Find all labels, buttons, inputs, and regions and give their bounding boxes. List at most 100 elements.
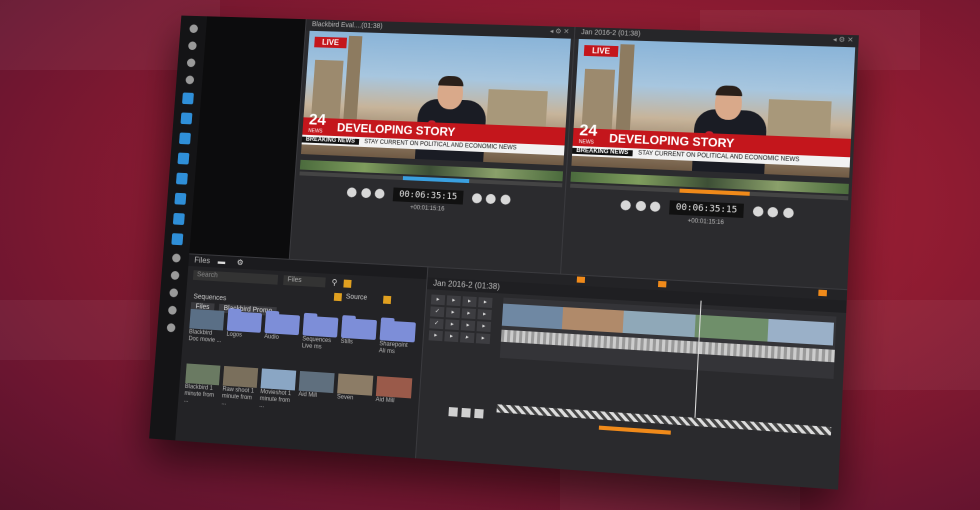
viewer-title: Blackbird Eval....(01:38) [311,21,383,31]
fast-forward-icon[interactable] [782,207,794,219]
marker-icon[interactable] [657,280,667,288]
live-badge: LIVE [314,36,347,49]
list-icon[interactable] [170,270,180,280]
prev-frame-icon[interactable] [374,188,385,199]
sequences-checkbox[interactable] [382,295,391,304]
twitter-2-icon[interactable] [171,233,184,246]
track-toggle[interactable]: ✓ [429,318,444,330]
track-toggle[interactable]: ✓ [430,306,445,318]
step-back-icon[interactable] [620,200,632,211]
source-checkbox[interactable] [333,292,343,302]
home-icon[interactable] [187,41,197,51]
video-frame[interactable]: LIVE 24 NEWS DEVELOPING STORY BREAKING N… [300,30,571,166]
grid-icon[interactable] [171,253,181,263]
file-label: Audio [263,334,279,341]
file-label: Blackbird 1 minute from ... [183,383,215,404]
channel-sub: NEWS [308,128,323,135]
step-back-icon[interactable] [347,187,358,198]
news-icon[interactable] [180,112,193,125]
track-toggle[interactable]: ▸ [478,297,493,308]
search-input[interactable]: Search [192,270,279,285]
track-toggle[interactable]: ▸ [430,294,446,306]
source-label: Source [345,293,368,303]
timecode-display[interactable]: 00:06:35:15 [669,200,744,218]
file-tile[interactable]: Aid Mill [298,370,335,401]
folder-icon[interactable]: ▬ [218,257,226,266]
file-thumbnail [375,376,413,399]
zoom-fit-icon[interactable] [461,407,472,418]
file-tile[interactable]: Movieshot 1 minute from ... [259,368,297,412]
folder-tile[interactable]: Stills [340,318,378,348]
video-clip[interactable] [501,303,564,330]
info-icon[interactable] [167,305,177,315]
file-thumbnail [185,363,221,386]
stage: Blackbird Eval....(01:38) ◂ ⚙ ✕ LIVE 24 … [0,0,980,510]
twitter-icon[interactable] [182,92,194,105]
file-tile[interactable]: Blackbird 1 minute from ... [184,363,221,406]
track-toggle[interactable]: ▸ [461,308,476,320]
file-tile[interactable]: Aid Mill [375,376,413,406]
viewer-controls-icon[interactable]: ◂ ⚙ ✕ [833,35,854,48]
lock-icon[interactable] [818,289,828,297]
settings-icon[interactable]: ⚙ [236,258,243,267]
globe-icon[interactable] [178,132,191,145]
track-toggle[interactable]: ▸ [460,332,475,344]
video-clip[interactable] [561,307,624,333]
next-frame-icon[interactable] [485,193,497,205]
video-clip[interactable] [694,314,769,342]
play-icon[interactable] [752,206,764,217]
rewind-icon[interactable] [635,200,646,212]
next-frame-icon[interactable] [767,206,779,218]
viewer-controls-icon[interactable]: ◂ ⚙ ✕ [549,26,570,38]
marker-icon[interactable] [576,276,586,283]
video-clip[interactable] [622,310,696,338]
trash-icon[interactable] [186,58,196,68]
file-label: Sequences Live ms [301,336,332,351]
prev-frame-icon[interactable] [649,201,661,212]
file-tile[interactable]: Raw shoot 1 minute from ... [221,365,259,410]
track-toggle[interactable]: ▸ [460,320,476,332]
file-label: Seven [336,394,354,402]
chat-icon[interactable] [166,323,176,333]
add-icon[interactable] [342,279,352,288]
video-clip[interactable] [767,318,835,346]
media-icon[interactable] [175,172,188,185]
files-panel: Files ▬ ⚙ Search Files ⚲ Source Sequence… [175,253,428,460]
track-toggle[interactable]: ▸ [444,331,459,343]
track-toggle[interactable]: ▸ [477,309,492,320]
track-toggle[interactable]: ▸ [445,307,461,319]
logo-icon[interactable] [188,24,198,34]
folder-tile[interactable]: Sequences Live ms [301,315,339,353]
filter-select[interactable]: Files [283,275,326,288]
track-toggle[interactable]: ▸ [475,333,491,345]
track-toggle[interactable]: ▸ [462,296,477,308]
youtube-icon[interactable] [172,212,185,226]
file-label: Aid Mill [375,396,395,405]
video-frame[interactable]: LIVE 24 NEWS DEVELOPING STORY BREAKING N… [571,38,856,178]
fast-forward-icon[interactable] [499,194,511,205]
refresh-icon[interactable] [184,75,194,85]
search-icon[interactable]: ⚲ [331,278,337,287]
play-icon[interactable] [471,193,483,204]
file-label: Stills [340,338,354,346]
folder-tile[interactable]: Sharepoint Ali ms [379,320,416,357]
track-toggle[interactable]: ▸ [446,295,461,307]
rewind-icon[interactable] [360,187,372,199]
channel-number: 24 [578,122,598,140]
source-viewer: Blackbird Eval....(01:38) ◂ ⚙ ✕ LIVE 24 … [288,19,576,274]
file-tile[interactable]: Blackbird Doc movie ... [188,308,225,345]
track-controls: ▸ ▸ ▸ ▸ ✓ ▸ ▸ ▸ ✓ ▸ ▸ ▸ ▸ ▸ ▸ ▸ [425,293,499,377]
track-toggle[interactable]: ▸ [428,330,443,342]
track-toggle[interactable]: ▸ [445,319,460,331]
zoom-out-icon[interactable] [448,407,458,417]
zoom-in-icon[interactable] [474,408,485,419]
chart-icon[interactable] [168,288,178,298]
timecode-display[interactable]: 00:06:35:15 [392,187,464,205]
file-tile[interactable]: Seven [337,373,374,403]
folder-tile[interactable]: Audio [263,313,301,343]
facebook-icon[interactable] [174,192,187,205]
window-icon[interactable] [177,152,190,165]
track-toggle[interactable]: ▸ [476,321,492,333]
track-area[interactable] [499,297,837,379]
folder-tile[interactable]: Logos [226,311,263,340]
